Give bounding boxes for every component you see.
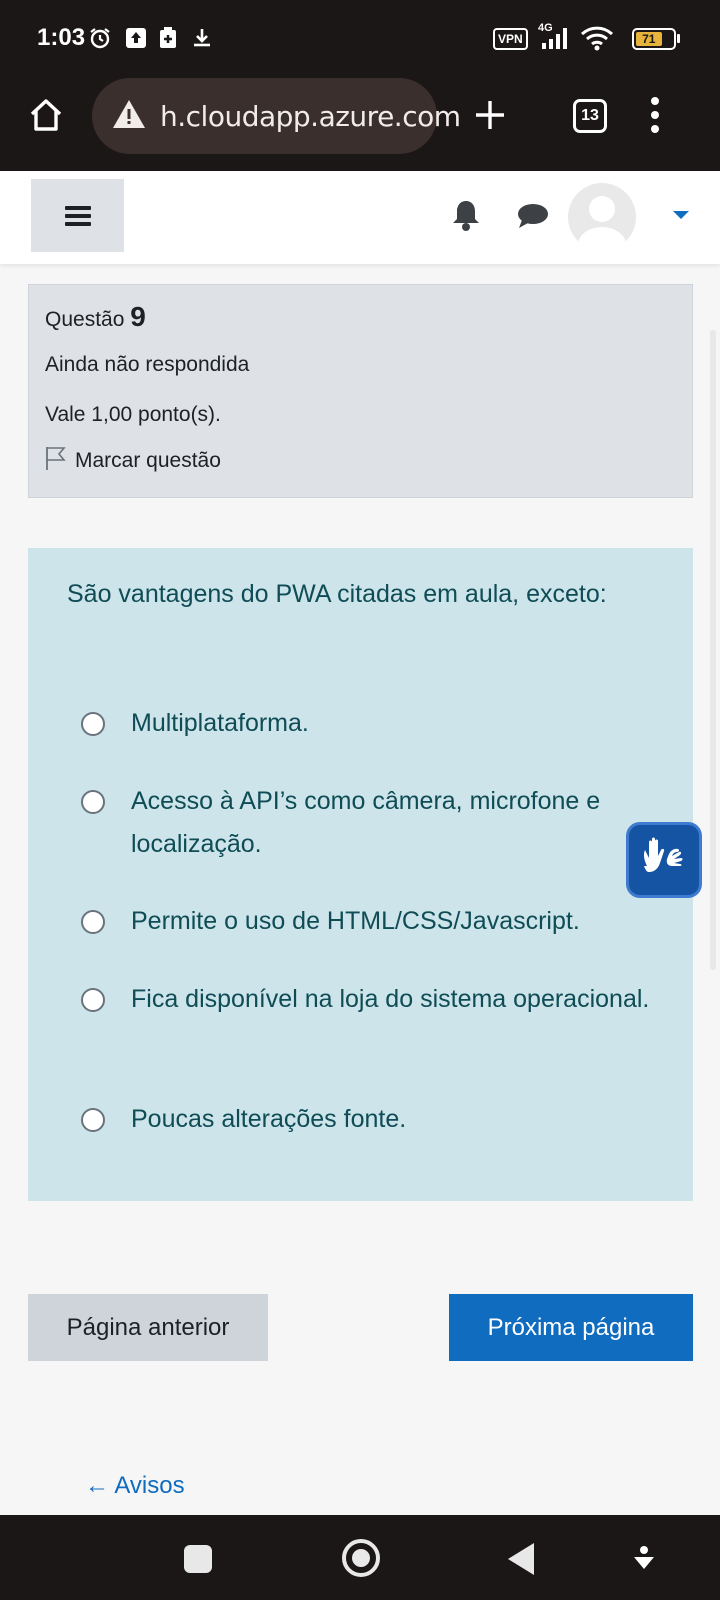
radio-button[interactable] [81,790,105,814]
url-text: h.cloudapp.azure.com [160,99,461,133]
question-info: Questão 9 Ainda não respondida Vale 1,00… [28,284,693,498]
answer-option[interactable]: Permite o uso de HTML/CSS/Javascript. [81,900,661,943]
chevron-down-icon[interactable] [632,1545,656,1578]
radio-button[interactable] [81,988,105,1012]
new-tab-icon[interactable] [473,98,507,137]
vpn-badge: VPN [493,28,528,50]
answer-option[interactable]: Fica disponível na loja do sistema opera… [81,978,661,1021]
sign-language-button[interactable] [626,822,702,898]
question-label: Questão [45,308,125,331]
scrollbar[interactable] [710,330,716,970]
site-header [0,171,720,264]
flag-question-link[interactable]: Marcar questão [45,445,221,477]
flag-icon [45,445,67,477]
hands-icon [639,836,689,885]
warning-icon[interactable] [112,99,146,134]
radio-button[interactable] [81,1108,105,1132]
battery-level: 71 [636,32,662,46]
answer-label[interactable]: Multiplataforma. [131,702,309,745]
status-bar: 1:03 VPN 4G 71 [0,0,720,76]
system-nav-bar [0,1515,720,1600]
more-options-icon[interactable] [650,97,660,138]
wifi-icon [580,26,614,51]
flag-question-label: Marcar questão [75,449,221,472]
question-number: Questão 9 [45,301,146,333]
answer-label[interactable]: Fica disponível na loja do sistema opera… [131,978,649,1021]
messages-icon[interactable] [517,202,549,235]
question-number-value: 9 [130,301,146,332]
home-icon[interactable] [27,96,65,139]
download-icon [191,26,213,50]
avatar[interactable] [568,183,636,251]
answer-label[interactable]: Poucas alterações fonte. [131,1098,406,1141]
signal-icon [540,26,570,50]
question-status: Ainda não respondida [45,353,250,376]
tab-switcher-button[interactable]: 13 [573,99,607,133]
answer-label[interactable]: Permite o uso de HTML/CSS/Javascript. [131,900,580,943]
battery-tip [677,34,680,43]
bell-icon[interactable] [451,199,481,236]
address-bar[interactable]: h.cloudapp.azure.com [92,78,461,154]
question-text: São vantagens do PWA citadas em aula, ex… [67,580,607,608]
browser-toolbar: h.cloudapp.azure.com 13 [0,76,720,171]
app-notification-icon [158,26,178,50]
answer-option[interactable]: Multiplataforma. [81,702,661,745]
hamburger-icon [64,205,91,226]
alarm-icon [88,26,112,50]
chevron-down-icon[interactable] [673,211,689,219]
previous-activity-link[interactable]: ← Avisos [85,1472,185,1500]
back-icon[interactable] [508,1543,534,1575]
recent-apps-icon[interactable] [184,1545,212,1573]
radio-button[interactable] [81,910,105,934]
previous-page-button[interactable]: Página anterior [28,1294,268,1361]
answer-label[interactable]: Acesso à API’s como câmera, microfone e … [131,780,661,866]
next-page-button[interactable]: Próxima página [449,1294,693,1361]
menu-button[interactable] [31,179,124,252]
home-button-icon[interactable] [342,1539,380,1577]
radio-button[interactable] [81,712,105,736]
battery-icon: 71 [632,28,676,50]
upload-notification-icon [125,26,147,50]
question-content: São vantagens do PWA citadas em aula, ex… [28,548,693,1201]
status-time: 1:03 [37,24,86,51]
answer-option[interactable]: Poucas alterações fonte. [81,1098,661,1141]
answer-option[interactable]: Acesso à API’s como câmera, microfone e … [81,780,661,866]
question-grade: Vale 1,00 ponto(s). [45,403,221,426]
